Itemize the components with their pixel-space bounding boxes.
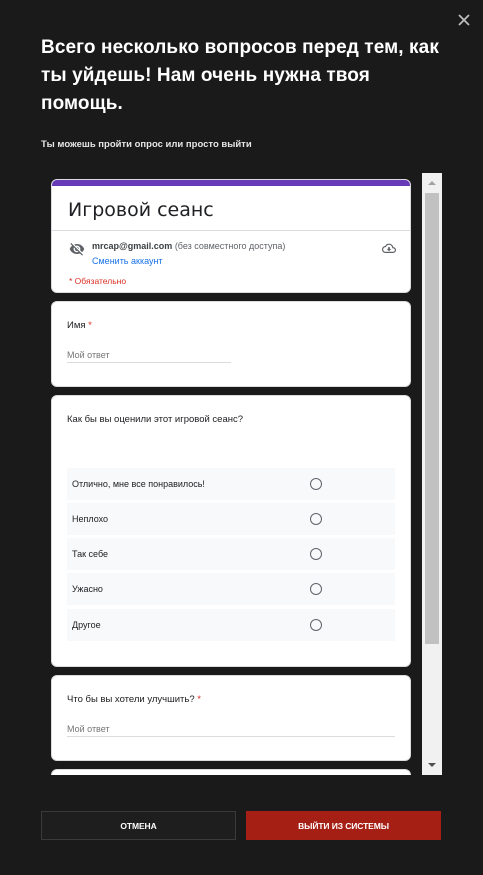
radio-button[interactable] (310, 513, 322, 525)
radio-button[interactable] (310, 583, 322, 595)
rating-option[interactable]: Другое (67, 609, 395, 641)
rating-option-label: Так себе (72, 549, 108, 559)
rating-option[interactable]: Так себе (67, 538, 395, 570)
dialog-headline: Всего несколько вопросов перед тем, как … (41, 37, 439, 114)
improve-answer-input[interactable] (67, 721, 395, 737)
form-title: Игровой сеанс (68, 199, 214, 221)
cloud-icon (382, 243, 396, 253)
form-header-card: Игровой сеанс mrcap@gmail.com (без совме… (51, 179, 411, 293)
rating-option[interactable]: Ужасно (67, 573, 395, 605)
account-sharing-note: (без совместного доступа) (172, 241, 286, 251)
account-line: mrcap@gmail.com (без совместного доступа… (92, 241, 285, 251)
survey-frame: Игровой сеанс mrcap@gmail.com (без совме… (50, 173, 442, 775)
dialog-subtitle: Ты можешь пройти опрос или просто выйти (41, 139, 252, 150)
radio-button[interactable] (310, 619, 322, 631)
radio-button[interactable] (310, 548, 322, 560)
scrollbar-thumb[interactable] (425, 193, 439, 644)
question-card-name: Имя * (51, 301, 411, 387)
question-card-rating: Как бы вы оценили этот игровой сеанс? От… (51, 395, 411, 667)
form-accent-bar (52, 180, 410, 186)
rating-option[interactable]: Неплохо (67, 503, 395, 535)
question-label-rating: Как бы вы оценили этот игровой сеанс? (67, 414, 244, 425)
account-email: mrcap@gmail.com (92, 241, 173, 251)
cancel-button[interactable]: ОТМЕНА (41, 811, 236, 840)
close-icon[interactable] (454, 10, 474, 30)
rating-option-label: Отлично, мне все понравилось! (72, 479, 205, 489)
scroll-down-arrow[interactable] (422, 755, 442, 775)
survey-scroll-area: Игровой сеанс mrcap@gmail.com (без совме… (50, 173, 420, 775)
scrollbar[interactable] (422, 173, 442, 775)
rating-option[interactable]: Отлично, мне все понравилось! (67, 468, 395, 500)
rating-option-label: Ужасно (72, 584, 103, 594)
required-note: * Обязательно (69, 276, 127, 286)
name-answer-input[interactable] (67, 347, 231, 363)
eye-off-icon (69, 243, 85, 256)
rating-option-label: Неплохо (72, 514, 109, 524)
question-card-partial (51, 769, 411, 775)
question-label-improve: Что бы вы хотели улучшить? * (67, 694, 201, 705)
question-label-name: Имя * (67, 320, 92, 331)
scroll-up-arrow[interactable] (422, 173, 442, 193)
question-card-improve: Что бы вы хотели улучшить? * (51, 675, 411, 761)
logout-button[interactable]: ВЫЙТИ ИЗ СИСТЕМЫ (246, 811, 441, 840)
required-star: * (85, 320, 92, 331)
header-divider (52, 230, 410, 231)
radio-button[interactable] (310, 478, 322, 490)
rating-option-label: Другое (72, 620, 101, 630)
switch-account-link[interactable]: Сменить аккаунт (92, 256, 163, 266)
required-star: * (194, 694, 201, 705)
